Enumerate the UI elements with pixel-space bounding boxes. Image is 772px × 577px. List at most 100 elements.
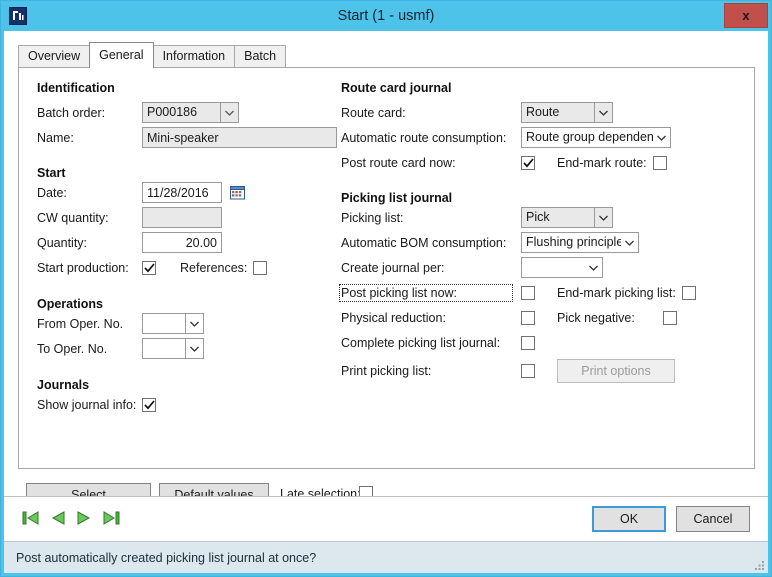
- cw-quantity-row: CW quantity:: [37, 205, 357, 230]
- post-route-card-now-row: Post route card now: End-mark route:: [341, 150, 741, 175]
- print-picking-list-checkbox[interactable]: [521, 364, 535, 378]
- route-card-journal-section-title: Route card journal: [341, 81, 452, 95]
- start-section-title: Start: [37, 166, 66, 180]
- automatic-bom-consumption-row: Automatic BOM consumption: Flushing prin…: [341, 230, 741, 255]
- close-button[interactable]: x: [724, 3, 768, 28]
- name-label: Name:: [37, 130, 74, 145]
- automatic-route-consumption-combo[interactable]: Route group dependent: [521, 127, 671, 148]
- create-journal-per-row: Create journal per:: [341, 255, 741, 280]
- picking-list-combo[interactable]: Pick: [521, 207, 613, 228]
- physical-reduction-checkbox[interactable]: [521, 310, 535, 325]
- picking-list-journal-section-title: Picking list journal: [341, 191, 453, 205]
- navigation-bar: OK Cancel: [4, 496, 768, 541]
- quantity-label: Quantity:: [37, 235, 88, 250]
- from-oper-combo[interactable]: [142, 313, 204, 334]
- operations-section-title: Operations: [37, 297, 103, 311]
- complete-picking-list-journal-row: Complete picking list journal:: [341, 330, 741, 355]
- from-oper-label: From Oper. No.: [37, 316, 124, 331]
- general-tab-panel: Identification Batch order: P000186 Name…: [18, 67, 755, 469]
- date-field[interactable]: [142, 182, 222, 203]
- batch-order-value: P000186: [147, 105, 198, 119]
- to-oper-row: To Oper. No.: [37, 336, 357, 361]
- client-area: Overview General Information Batch Ident…: [4, 31, 768, 541]
- tab-overview[interactable]: Overview: [18, 45, 91, 67]
- print-picking-list-label: Print picking list:: [341, 364, 432, 378]
- name-field[interactable]: [142, 127, 337, 148]
- automatic-bom-consumption-label: Automatic BOM consumption:: [341, 235, 507, 250]
- dynamics-app-icon: [9, 7, 27, 25]
- create-journal-per-combo[interactable]: [521, 257, 603, 278]
- start-production-row: Start production: References:: [37, 255, 357, 280]
- quantity-row: Quantity:: [37, 230, 357, 255]
- chevron-down-icon: [621, 233, 638, 252]
- pick-negative-label: Pick negative:: [557, 310, 635, 325]
- date-row: Date:: [37, 180, 357, 205]
- complete-picking-list-journal-label: Complete picking list journal:: [341, 335, 501, 350]
- chevron-down-icon: [653, 128, 670, 147]
- start-production-checkbox[interactable]: [142, 260, 156, 275]
- first-record-icon[interactable]: [22, 510, 41, 529]
- dialog-window: Start (1 - usmf) x Overview General Info…: [0, 0, 772, 577]
- left-column: Identification Batch order: P000186 Name…: [37, 76, 357, 417]
- previous-record-icon[interactable]: [51, 510, 66, 529]
- status-message: Post automatically created picking list …: [16, 550, 317, 565]
- resize-grip-icon[interactable]: [753, 559, 765, 571]
- tab-batch[interactable]: Batch: [234, 45, 287, 67]
- pick-negative-checkbox[interactable]: [663, 310, 677, 325]
- from-oper-row: From Oper. No.: [37, 311, 357, 336]
- next-record-icon[interactable]: [76, 510, 91, 529]
- chevron-down-icon: [185, 339, 203, 358]
- print-picking-list-row: Print picking list: Print options: [341, 355, 741, 387]
- show-journal-info-checkbox[interactable]: [142, 397, 157, 412]
- tab-general[interactable]: General: [89, 42, 154, 68]
- chevron-down-icon: [185, 314, 203, 333]
- status-bar: Post automatically created picking list …: [4, 541, 768, 573]
- right-column: Route card journal Route card: Route Aut…: [339, 76, 741, 387]
- cw-quantity-field[interactable]: [142, 207, 222, 228]
- post-picking-list-now-checkbox[interactable]: [521, 285, 535, 300]
- physical-reduction-row: Physical reduction: Pick negative:: [341, 305, 741, 330]
- journals-section-title: Journals: [37, 378, 90, 392]
- chevron-down-icon: [594, 208, 612, 227]
- automatic-route-consumption-label: Automatic route consumption:: [341, 130, 507, 145]
- batch-order-label: Batch order:: [37, 105, 106, 120]
- last-record-icon[interactable]: [101, 510, 120, 529]
- complete-picking-list-journal-checkbox[interactable]: [521, 335, 535, 350]
- picking-list-label: Picking list:: [341, 210, 404, 225]
- to-oper-combo[interactable]: [142, 338, 204, 359]
- window-title: Start (1 - usmf): [337, 8, 435, 24]
- cancel-button[interactable]: Cancel: [676, 506, 750, 532]
- end-mark-route-checkbox[interactable]: [652, 155, 667, 170]
- print-options-button[interactable]: Print options: [557, 359, 675, 383]
- physical-reduction-label: Physical reduction:: [341, 310, 446, 325]
- route-card-label: Route card:: [341, 105, 406, 120]
- references-checkbox[interactable]: [253, 260, 268, 275]
- ok-button[interactable]: OK: [592, 506, 666, 532]
- automatic-route-consumption-row: Automatic route consumption: Route group…: [341, 125, 741, 150]
- to-oper-label: To Oper. No.: [37, 341, 108, 356]
- route-card-row: Route card: Route: [341, 100, 741, 125]
- picking-list-row: Picking list: Pick: [341, 205, 741, 230]
- name-row: Name:: [37, 125, 357, 150]
- identification-section-title: Identification: [37, 81, 115, 95]
- automatic-bom-consumption-combo[interactable]: Flushing principle: [521, 232, 639, 253]
- post-route-card-now-checkbox[interactable]: [521, 155, 535, 170]
- dialog-button-group: OK Cancel: [592, 506, 750, 532]
- end-mark-route-label: End-mark route:: [557, 155, 647, 170]
- post-picking-list-now-row: Post picking list now: End-mark picking …: [339, 280, 741, 305]
- quantity-field[interactable]: [142, 232, 222, 253]
- post-picking-list-now-label: Post picking list now:: [339, 283, 513, 302]
- start-production-label: Start production:: [37, 260, 129, 275]
- route-card-combo[interactable]: Route: [521, 102, 613, 123]
- batch-order-combo[interactable]: P000186: [142, 102, 239, 123]
- route-card-value: Route: [526, 105, 560, 119]
- chevron-down-icon: [220, 103, 238, 122]
- create-journal-per-label: Create journal per:: [341, 260, 445, 275]
- batch-order-row: Batch order: P000186: [37, 100, 357, 125]
- cw-quantity-label: CW quantity:: [37, 210, 109, 225]
- end-mark-picking-list-checkbox[interactable]: [681, 285, 696, 300]
- tab-information[interactable]: Information: [152, 45, 236, 67]
- calendar-icon[interactable]: [230, 185, 245, 200]
- post-route-card-now-label: Post route card now:: [341, 155, 456, 170]
- chevron-down-icon: [585, 258, 602, 277]
